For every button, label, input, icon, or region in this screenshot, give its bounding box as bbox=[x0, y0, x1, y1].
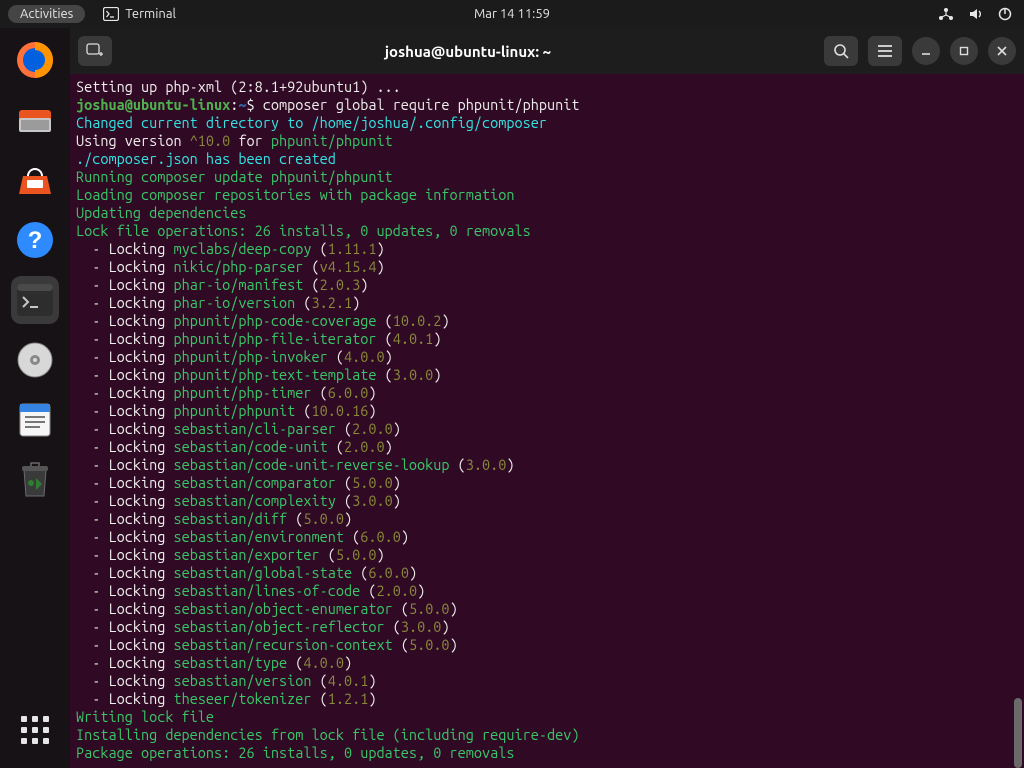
topbar-app-label: Terminal bbox=[125, 7, 176, 21]
show-applications[interactable] bbox=[11, 706, 59, 754]
svg-text:?: ? bbox=[28, 227, 43, 254]
firefox-icon bbox=[15, 40, 55, 80]
disk-icon bbox=[15, 340, 55, 380]
clock-text: Mar 14 11:59 bbox=[474, 7, 550, 21]
terminal-output[interactable]: Setting up php-xml (2:8.1+92ubuntu1) ...… bbox=[70, 74, 1024, 768]
dock-trash[interactable] bbox=[11, 456, 59, 504]
dock: ? bbox=[0, 28, 70, 768]
menu-button[interactable] bbox=[868, 36, 902, 66]
close-button[interactable] bbox=[988, 37, 1016, 65]
search-button[interactable] bbox=[824, 36, 858, 66]
gnome-topbar: Activities Terminal Mar 14 11:59 bbox=[0, 0, 1024, 28]
clock[interactable]: Mar 14 11:59 bbox=[474, 7, 550, 21]
help-icon: ? bbox=[15, 220, 55, 260]
hamburger-icon bbox=[877, 45, 893, 57]
apps-grid-icon bbox=[21, 716, 49, 744]
search-icon bbox=[833, 43, 849, 59]
trash-icon bbox=[17, 460, 53, 500]
system-tray[interactable] bbox=[938, 7, 1012, 21]
new-tab-button[interactable] bbox=[78, 36, 112, 66]
terminal-window: joshua@ubuntu-linux: ~ Setting up php-xm… bbox=[70, 28, 1024, 768]
network-icon bbox=[938, 7, 954, 21]
text-editor-icon bbox=[16, 401, 54, 439]
dock-terminal[interactable] bbox=[11, 276, 59, 324]
dock-text-editor[interactable] bbox=[11, 396, 59, 444]
minimize-button[interactable] bbox=[912, 37, 940, 65]
terminal-icon bbox=[103, 7, 119, 21]
titlebar: joshua@ubuntu-linux: ~ bbox=[70, 28, 1024, 74]
activities-button[interactable]: Activities bbox=[8, 5, 85, 23]
dock-files[interactable] bbox=[11, 96, 59, 144]
close-icon bbox=[997, 46, 1007, 56]
dock-software[interactable] bbox=[11, 156, 59, 204]
power-icon bbox=[998, 7, 1012, 21]
maximize-icon bbox=[959, 46, 969, 56]
volume-icon bbox=[968, 7, 984, 21]
software-icon bbox=[15, 160, 55, 200]
scrollbar-thumb[interactable] bbox=[1014, 698, 1022, 768]
activities-label: Activities bbox=[20, 7, 73, 21]
window-title: joshua@ubuntu-linux: ~ bbox=[118, 43, 818, 60]
topbar-app-menu[interactable]: Terminal bbox=[103, 7, 176, 21]
files-icon bbox=[15, 100, 55, 140]
dock-disk[interactable] bbox=[11, 336, 59, 384]
dock-help[interactable]: ? bbox=[11, 216, 59, 264]
maximize-button[interactable] bbox=[950, 37, 978, 65]
dock-firefox[interactable] bbox=[11, 36, 59, 84]
scrollbar[interactable] bbox=[1014, 74, 1022, 768]
terminal-icon bbox=[15, 282, 55, 318]
new-tab-icon bbox=[86, 43, 104, 59]
minimize-icon bbox=[921, 46, 931, 56]
